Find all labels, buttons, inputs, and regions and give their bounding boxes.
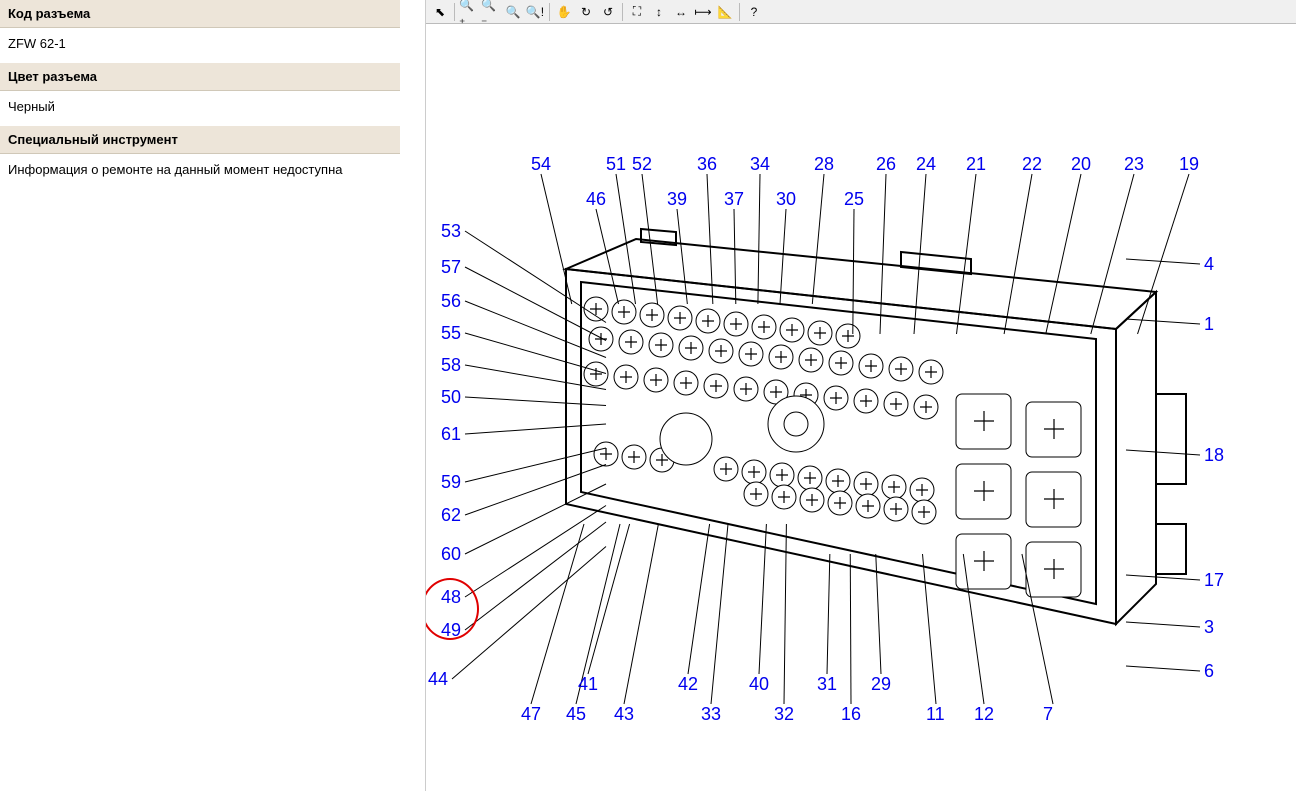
pin-callout-50[interactable]: 50 (441, 387, 461, 408)
pin-callout-25[interactable]: 25 (844, 189, 864, 210)
pin-callout-54[interactable]: 54 (531, 154, 551, 175)
pin-callout-26[interactable]: 26 (876, 154, 896, 175)
pin-callout-3[interactable]: 3 (1204, 617, 1214, 638)
pin-callout-61[interactable]: 61 (441, 424, 461, 445)
pin-callout-6[interactable]: 6 (1204, 661, 1214, 682)
pin-callout-45[interactable]: 45 (566, 704, 586, 725)
fit-window-icon[interactable]: ⛶ (627, 2, 647, 22)
pin-callout-28[interactable]: 28 (814, 154, 834, 175)
pin-callout-40[interactable]: 40 (749, 674, 769, 695)
pin-callout-56[interactable]: 56 (441, 291, 461, 312)
pin-callout-30[interactable]: 30 (776, 189, 796, 210)
pin-callout-18[interactable]: 18 (1204, 445, 1224, 466)
main-area: ⬉ 🔍₊🔍₋🔍🔍! ✋↻↺ ⛶↕↔⟼📐? (425, 0, 1296, 791)
fit-width-icon[interactable]: ↔ (671, 2, 691, 22)
connector-color-value: Черный (0, 91, 400, 126)
pin-callout-37[interactable]: 37 (724, 189, 744, 210)
pin-callout-48[interactable]: 48 (441, 587, 461, 608)
pin-callout-16[interactable]: 16 (841, 704, 861, 725)
repair-info-text: Информация о ремонте на данный момент не… (0, 154, 400, 189)
zoom-in-icon[interactable]: 🔍₊ (459, 2, 479, 22)
connector-code-value: ZFW 62-1 (0, 28, 400, 63)
pin-callout-55[interactable]: 55 (441, 323, 461, 344)
connector-diagram (426, 24, 1296, 791)
pin-callout-20[interactable]: 20 (1071, 154, 1091, 175)
pin-callout-7[interactable]: 7 (1043, 704, 1053, 725)
pin-callout-19[interactable]: 19 (1179, 154, 1199, 175)
dimension-icon[interactable]: 📐 (715, 2, 735, 22)
pin-callout-59[interactable]: 59 (441, 472, 461, 493)
pin-callout-44[interactable]: 44 (428, 669, 448, 690)
pin-callout-1[interactable]: 1 (1204, 314, 1214, 335)
pin-callout-31[interactable]: 31 (817, 674, 837, 695)
pin-callout-49[interactable]: 49 (441, 620, 461, 641)
zoom-reset-icon[interactable]: 🔍! (525, 2, 545, 22)
rotate-cw-icon[interactable]: ↻ (576, 2, 596, 22)
pin-callout-53[interactable]: 53 (441, 221, 461, 242)
pin-callout-12[interactable]: 12 (974, 704, 994, 725)
pin-callout-52[interactable]: 52 (632, 154, 652, 175)
pin-callout-29[interactable]: 29 (871, 674, 891, 695)
zoom-out-icon[interactable]: 🔍₋ (481, 2, 501, 22)
toolbar: ⬉ 🔍₊🔍₋🔍🔍! ✋↻↺ ⛶↕↔⟼📐? (426, 0, 1296, 24)
pin-callout-32[interactable]: 32 (774, 704, 794, 725)
pin-callout-47[interactable]: 47 (521, 704, 541, 725)
pin-callout-57[interactable]: 57 (441, 257, 461, 278)
pan-icon[interactable]: ✋ (554, 2, 574, 22)
help-icon[interactable]: ? (744, 2, 764, 22)
zoom-icon[interactable]: 🔍 (503, 2, 523, 22)
special-tool-header: Специальный инструмент (0, 126, 400, 154)
pin-callout-41[interactable]: 41 (578, 674, 598, 695)
pin-callout-23[interactable]: 23 (1124, 154, 1144, 175)
pin-callout-33[interactable]: 33 (701, 704, 721, 725)
pin-callout-17[interactable]: 17 (1204, 570, 1224, 591)
fit-height-icon[interactable]: ↕ (649, 2, 669, 22)
pin-callout-43[interactable]: 43 (614, 704, 634, 725)
pin-callout-51[interactable]: 51 (606, 154, 626, 175)
pin-callout-24[interactable]: 24 (916, 154, 936, 175)
pin-callout-62[interactable]: 62 (441, 505, 461, 526)
rotate-ccw-icon[interactable]: ↺ (598, 2, 618, 22)
pin-callout-46[interactable]: 46 (586, 189, 606, 210)
connector-code-header: Код разъема (0, 0, 400, 28)
diagram-viewport[interactable]: 5451523634282624212220231946393730255357… (426, 24, 1296, 791)
pin-callout-60[interactable]: 60 (441, 544, 461, 565)
connector-color-header: Цвет разъема (0, 63, 400, 91)
info-sidebar: Код разъема ZFW 62-1 Цвет разъема Черный… (0, 0, 400, 791)
pin-callout-42[interactable]: 42 (678, 674, 698, 695)
pin-callout-39[interactable]: 39 (667, 189, 687, 210)
pin-callout-11[interactable]: 11 (926, 704, 945, 725)
pin-callout-21[interactable]: 21 (966, 154, 986, 175)
pointer-icon[interactable]: ⬉ (430, 2, 450, 22)
pin-callout-4[interactable]: 4 (1204, 254, 1214, 275)
pin-callout-34[interactable]: 34 (750, 154, 770, 175)
pin-callout-58[interactable]: 58 (441, 355, 461, 376)
pin-callout-36[interactable]: 36 (697, 154, 717, 175)
measure-icon[interactable]: ⟼ (693, 2, 713, 22)
pin-callout-22[interactable]: 22 (1022, 154, 1042, 175)
